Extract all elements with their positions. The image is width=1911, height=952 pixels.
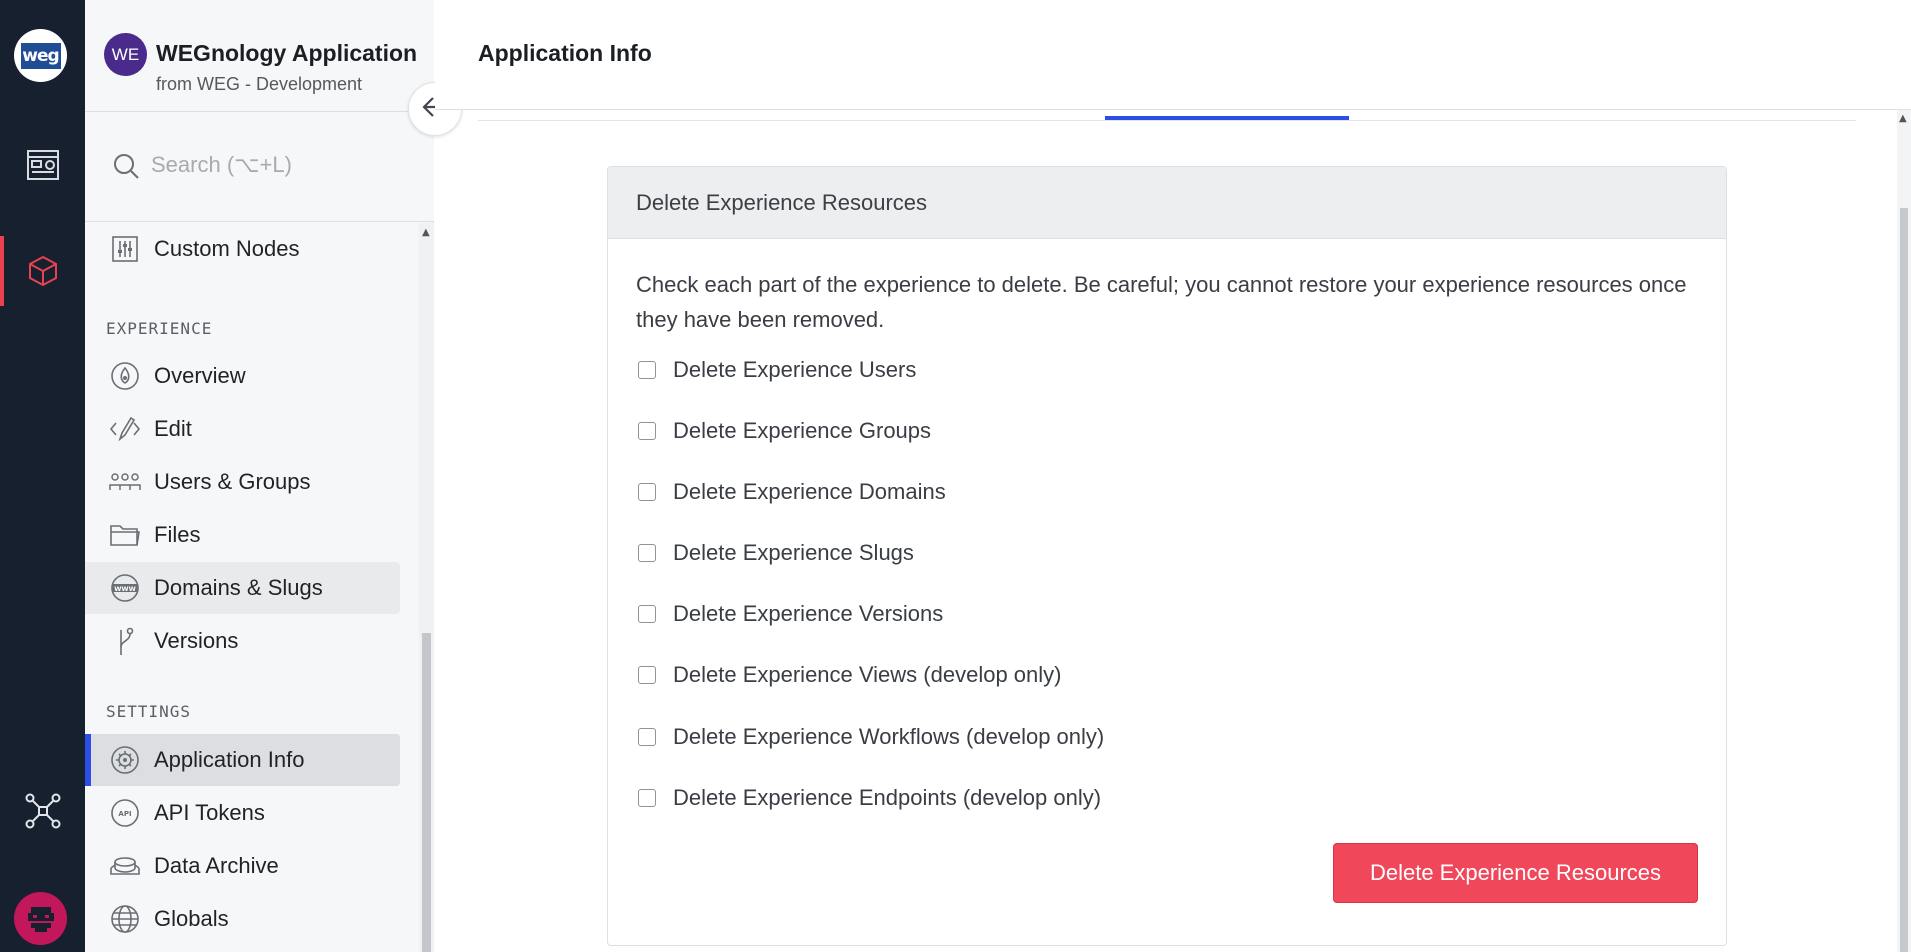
panel-description: Check each part of the experience to del… [636, 272, 1687, 332]
sidebar-scroll-thumb[interactable] [422, 633, 431, 952]
branch-icon [108, 624, 142, 658]
global-nav-rail: weg [0, 0, 85, 952]
top-bar: Application Info [435, 0, 1911, 110]
sidebar-search [85, 111, 434, 222]
sidebar-item-custom-nodes[interactable]: Custom Nodes [85, 223, 400, 275]
scroll-up-arrow-icon[interactable]: ▲ [1899, 113, 1907, 124]
api-icon: API [108, 796, 142, 830]
sidebar-item-versions[interactable]: Versions [85, 615, 400, 667]
sidebar-item-label: Globals [154, 906, 229, 931]
sidebar-item-api-tokens[interactable]: API API Tokens [85, 787, 400, 839]
delete-resources-button[interactable]: Delete Experience Resources [1333, 843, 1698, 903]
sidebar-item-label: Users & Groups [154, 469, 311, 494]
checkbox[interactable] [638, 544, 656, 562]
option-label: Delete Experience Users [673, 357, 917, 382]
svg-text:API: API [118, 810, 131, 818]
globe-www-icon: WWW [108, 571, 142, 605]
sliders-icon [108, 232, 142, 266]
option-delete-versions[interactable]: Delete Experience Versions [638, 601, 943, 627]
option-label: Delete Experience Workflows (develop onl… [673, 724, 1105, 749]
checkbox[interactable] [638, 728, 656, 746]
search-icon [112, 152, 140, 184]
gear-icon [108, 743, 142, 777]
checkbox[interactable] [638, 422, 656, 440]
dashboard-icon[interactable] [0, 130, 85, 200]
sidebar-item-label: Files [154, 522, 201, 547]
archive-icon [108, 849, 142, 883]
search-input[interactable] [151, 144, 411, 186]
main-scroll-thumb[interactable] [1900, 208, 1908, 952]
option-delete-views[interactable]: Delete Experience Views (develop only) [638, 662, 1061, 688]
app-subtitle: from WEG - Development [156, 74, 363, 94]
sidebar-item-label: Versions [154, 628, 239, 653]
integrations-icon[interactable] [0, 776, 85, 846]
sidebar-item-label: Overview [154, 363, 246, 388]
tab-divider [478, 120, 1856, 121]
user-avatar[interactable] [14, 892, 67, 945]
option-delete-users[interactable]: Delete Experience Users [638, 357, 916, 383]
checkbox[interactable] [638, 605, 656, 623]
weg-logo-text: weg [20, 42, 61, 69]
sidebar-item-label: Application Info [154, 747, 305, 772]
option-label: Delete Experience Groups [673, 418, 932, 443]
code-edit-icon [108, 412, 142, 446]
option-label: Delete Experience Views (develop only) [673, 662, 1062, 687]
checkbox[interactable] [638, 789, 656, 807]
weg-logo[interactable]: weg [14, 29, 67, 82]
option-delete-groups[interactable]: Delete Experience Groups [638, 418, 931, 444]
sidebar-item-application-info[interactable]: Application Info [85, 734, 400, 786]
sidebar-item-files[interactable]: Files [85, 509, 400, 561]
sidebar-item-label: API Tokens [154, 800, 265, 825]
page-title: Application Info [478, 40, 652, 66]
section-label-settings: SETTINGS [106, 702, 192, 721]
globe-icon [108, 902, 142, 936]
sidebar-item-label: Domains & Slugs [154, 575, 323, 600]
folder-icon [108, 518, 142, 552]
cube-icon[interactable] [0, 236, 85, 306]
sidebar-item-label: Edit [154, 416, 192, 441]
sidebar-nav: Custom Nodes EXPERIENCE Overview Edit Us… [85, 223, 419, 952]
sidebar-item-domains-slugs[interactable]: WWW Domains & Slugs [85, 562, 400, 614]
app-sidebar: WE WEGnology Application from WEG - Deve… [85, 0, 434, 952]
compass-icon [108, 359, 142, 393]
sidebar-item-data-archive[interactable]: Data Archive [85, 840, 400, 892]
panel-header: Delete Experience Resources [608, 167, 1726, 239]
sidebar-item-edit[interactable]: Edit [85, 403, 400, 455]
checkbox[interactable] [638, 361, 656, 379]
sidebar-item-globals[interactable]: Globals [85, 893, 400, 945]
option-label: Delete Experience Versions [673, 601, 944, 626]
svg-text:WWW: WWW [114, 585, 136, 593]
users-icon [108, 465, 142, 499]
option-delete-endpoints[interactable]: Delete Experience Endpoints (develop onl… [638, 785, 1101, 811]
section-label-experience: EXPERIENCE [106, 319, 213, 338]
option-label: Delete Experience Endpoints (develop onl… [673, 785, 1102, 810]
checkbox[interactable] [638, 483, 656, 501]
main-scrollbar[interactable]: ▲ [1897, 110, 1911, 952]
sidebar-item-users-groups[interactable]: Users & Groups [85, 456, 400, 508]
sidebar-item-overview[interactable]: Overview [85, 350, 400, 402]
option-label: Delete Experience Slugs [673, 540, 914, 565]
app-header: WE WEGnology Application from WEG - Deve… [85, 0, 434, 111]
option-delete-domains[interactable]: Delete Experience Domains [638, 479, 946, 505]
option-label: Delete Experience Domains [673, 479, 946, 504]
option-delete-workflows[interactable]: Delete Experience Workflows (develop onl… [638, 724, 1104, 750]
sidebar-item-label: Custom Nodes [154, 236, 300, 261]
active-tab-indicator [1105, 116, 1349, 120]
sidebar-scrollbar[interactable]: ▲ [419, 223, 434, 952]
app-avatar[interactable]: WE [104, 33, 147, 76]
sidebar-item-label: Data Archive [154, 853, 279, 878]
delete-resources-panel: Delete Experience Resources Check each p… [607, 166, 1727, 946]
scroll-up-arrow-icon[interactable]: ▲ [422, 227, 430, 238]
checkbox[interactable] [638, 666, 656, 684]
option-delete-slugs[interactable]: Delete Experience Slugs [638, 540, 914, 566]
app-title[interactable]: WEGnology Application [156, 40, 417, 67]
